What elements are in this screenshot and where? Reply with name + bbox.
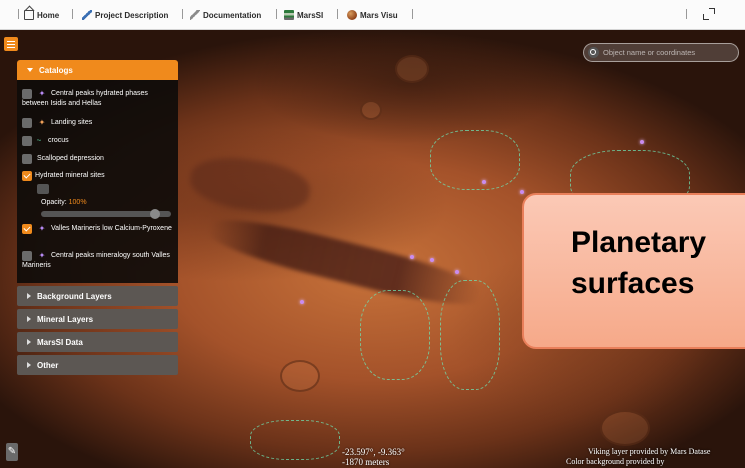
star-icon: ✦ xyxy=(38,118,46,127)
layer-item[interactable]: ✦ Landing sites xyxy=(22,118,172,128)
layer-item[interactable]: Scalloped depression xyxy=(22,154,172,164)
nav-home[interactable]: Home xyxy=(24,6,59,24)
menu-toggle-icon[interactable] xyxy=(4,37,18,51)
mars-globe-icon xyxy=(347,10,357,20)
section-label: Mineral Layers xyxy=(37,314,94,324)
chart-icon xyxy=(284,10,294,20)
nav-separator xyxy=(18,9,19,19)
layer-item[interactable]: ✦ Valles Marineris low Calcium-Pyroxene xyxy=(22,224,172,234)
nav-project-description[interactable]: Project Description xyxy=(82,6,168,24)
layer-settings-icon[interactable] xyxy=(37,184,49,194)
layer-item[interactable]: ✦ Central peaks mineralogy south Valles … xyxy=(22,251,172,271)
crater xyxy=(280,360,320,392)
nav-separator xyxy=(686,9,687,19)
nav-separator xyxy=(276,9,277,19)
nav-mars-visu-label: Mars Visu xyxy=(360,10,398,20)
nav-documentation[interactable]: Documentation xyxy=(190,6,261,24)
layer-checkbox[interactable] xyxy=(22,224,32,234)
layer-panel: Catalogs ✦ Central peaks hydrated phases… xyxy=(17,60,178,375)
nav-documentation-label: Documentation xyxy=(203,10,262,20)
opacity-readout: Opacity: 100% xyxy=(41,199,87,206)
top-nav-bar: Home Project Description Documentation M… xyxy=(0,0,745,30)
nav-mars-visu[interactable]: Mars Visu xyxy=(347,6,398,24)
layer-checkbox[interactable] xyxy=(22,154,32,164)
site-marker[interactable] xyxy=(300,300,304,304)
credit-line: Color background provided by xyxy=(566,457,665,466)
overlay-title: Planetary surfaces xyxy=(571,226,707,300)
nav-separator xyxy=(412,9,413,19)
site-marker[interactable] xyxy=(430,258,434,262)
object-search xyxy=(583,43,739,62)
opacity-slider-handle[interactable] xyxy=(150,209,160,219)
nav-home-label: Home xyxy=(37,10,60,20)
chevron-down-icon xyxy=(27,68,33,72)
catalogs-label: Catalogs xyxy=(39,65,73,75)
layer-checkbox[interactable] xyxy=(22,251,32,261)
chevron-right-icon xyxy=(27,293,31,299)
altitude-readout: -1870 meters xyxy=(342,457,390,467)
coordinates-readout: -23.597°, -9.363° xyxy=(342,447,405,457)
section-label: MarsSI Data xyxy=(37,337,83,347)
search-input[interactable] xyxy=(603,48,733,57)
star-icon: ✦ xyxy=(38,251,46,260)
layer-checkbox[interactable] xyxy=(22,89,32,99)
catalogs-list: ✦ Central peaks hydrated phases between … xyxy=(17,80,178,283)
credit-line: Viking layer provided by Mars Datase xyxy=(588,447,711,456)
layer-label: Hydrated mineral sites xyxy=(35,172,105,179)
document-icon xyxy=(190,10,200,20)
cursor-position: -23.597°, -9.363° -1870 meters xyxy=(342,447,405,467)
mineral-outline xyxy=(250,420,340,460)
mineral-outline xyxy=(440,280,500,390)
section-background-layers[interactable]: Background Layers xyxy=(17,286,178,306)
layer-checkbox[interactable] xyxy=(22,171,32,181)
section-label: Background Layers xyxy=(37,291,112,301)
search-icon[interactable] xyxy=(588,47,599,58)
chevron-right-icon xyxy=(27,316,31,322)
nav-separator xyxy=(182,9,183,19)
layer-item[interactable]: Hydrated mineral sites xyxy=(22,171,172,181)
expand-icon[interactable] xyxy=(703,8,715,20)
site-marker[interactable] xyxy=(640,140,644,144)
site-marker[interactable] xyxy=(455,270,459,274)
layer-checkbox[interactable] xyxy=(22,136,32,146)
pencil-icon xyxy=(82,10,92,20)
section-mineral-layers[interactable]: Mineral Layers xyxy=(17,309,178,329)
chevron-right-icon xyxy=(27,339,31,345)
terrain-shading xyxy=(187,151,313,219)
attribution: Viking layer provided by Mars Datase Col… xyxy=(566,447,710,467)
layer-item[interactable]: ~ crocus xyxy=(22,136,172,146)
nav-separator xyxy=(337,9,338,19)
layer-label: crocus xyxy=(48,137,69,144)
site-marker[interactable] xyxy=(410,255,414,259)
star-icon: ✦ xyxy=(38,224,46,233)
section-marssi-data[interactable]: MarsSI Data xyxy=(17,332,178,352)
layer-item[interactable]: ✦ Central peaks hydrated phases between … xyxy=(22,89,172,109)
section-label: Other xyxy=(37,360,59,370)
edit-icon[interactable]: ✎ xyxy=(6,443,18,461)
catalogs-section-header[interactable]: Catalogs xyxy=(17,60,178,80)
site-marker[interactable] xyxy=(482,180,486,184)
home-icon xyxy=(24,10,34,20)
nav-project-description-label: Project Description xyxy=(95,10,169,20)
star-icon: ✦ xyxy=(38,89,46,98)
opacity-value: 100% xyxy=(68,199,87,206)
crater xyxy=(600,410,650,446)
site-marker[interactable] xyxy=(520,190,524,194)
crater xyxy=(395,55,429,83)
opacity-label: Opacity: xyxy=(41,199,67,206)
layer-checkbox[interactable] xyxy=(22,118,32,128)
section-other[interactable]: Other xyxy=(17,355,178,375)
nav-separator xyxy=(72,9,73,19)
crater xyxy=(360,100,382,120)
chevron-right-icon xyxy=(27,362,31,368)
nav-marssi[interactable]: MarsSI xyxy=(284,6,323,24)
mineral-outline xyxy=(430,130,520,190)
layer-label: Scalloped depression xyxy=(37,155,104,162)
mineral-outline xyxy=(360,290,430,380)
polyline-icon: ~ xyxy=(36,136,42,145)
nav-marssi-label: MarsSI xyxy=(297,10,324,20)
